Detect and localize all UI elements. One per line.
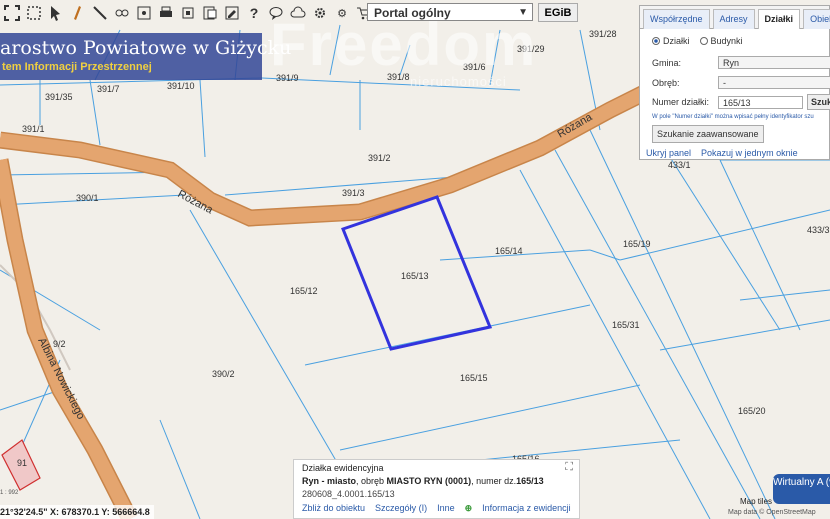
banner-title: arostwo Powiatowe w Giżycku	[0, 37, 292, 59]
comment-icon[interactable]	[266, 3, 286, 23]
panel-links: Ukryj panel Pokazuj w jednym oknie	[646, 148, 798, 158]
parcel-label: 391/7	[97, 84, 120, 94]
radio-dzialki[interactable]: Działki	[652, 36, 690, 46]
map-marker-icon[interactable]	[134, 3, 154, 23]
popup-id: 280608_4.0001.165/13	[302, 489, 395, 499]
map-toolbar: ? ⚙	[0, 0, 396, 26]
fullscreen-icon[interactable]	[2, 3, 22, 23]
parcel-label: 390/2	[212, 369, 235, 379]
radio-budynki[interactable]: Budynki	[699, 36, 743, 46]
select-icon[interactable]	[24, 3, 44, 23]
egib-button[interactable]: EGiB	[538, 3, 578, 22]
tools-icon[interactable]: ⚙	[332, 3, 352, 23]
numer-field[interactable]: 165/13	[718, 95, 803, 109]
parcel-label: 391/29	[517, 44, 545, 54]
parcel-label: 391/10	[167, 81, 195, 91]
measure-line-icon[interactable]	[90, 3, 110, 23]
gmina-label: Gmina:	[652, 57, 682, 68]
tab-wspolrzedne[interactable]: Współrzędne	[643, 9, 710, 29]
parcel-label: 391/3	[342, 188, 365, 198]
popup-main: Ryn - miasto, obręb MIASTO RYN (0001), n…	[302, 476, 544, 486]
parcel-label: 433/1	[668, 160, 691, 170]
parcel-label: 391/2	[368, 153, 391, 163]
plus-icon[interactable]: ⊕	[465, 503, 473, 514]
edit-icon[interactable]	[222, 3, 242, 23]
layers-icon[interactable]	[178, 3, 198, 23]
help-icon[interactable]: ?	[244, 3, 264, 23]
pdf-icon[interactable]	[200, 3, 220, 23]
parcel-label: 165/19	[623, 239, 651, 249]
tab-obiekty[interactable]: Obiekty	[803, 9, 830, 29]
parcel-label: 165/31	[612, 320, 640, 330]
radio-budynki-label: Budynki	[710, 36, 743, 46]
attribution-data: Map data © OpenStreetMap	[728, 509, 816, 516]
close-icon[interactable]: ⛶	[565, 461, 573, 474]
parcel-label: 391/1	[22, 124, 45, 134]
popup-title: Działka ewidencyjna	[302, 463, 384, 473]
cloud-icon[interactable]	[288, 3, 308, 23]
obreb-field[interactable]: -	[718, 76, 830, 89]
parcel-label: 165/15	[460, 373, 488, 383]
parcel-popup: Działka ewidencyjna ⛶ Ryn - miasto, obrę…	[293, 459, 580, 519]
virtual-assistant-button[interactable]: Wirtualny A (v	[773, 474, 830, 504]
tab-dzialki[interactable]: Działki	[757, 9, 801, 29]
numer-row: Numer działki: 165/13 Szuka	[652, 94, 830, 110]
attribution-tiles: Map tiles	[740, 497, 773, 506]
registry-info-link[interactable]: Informacja z ewidencji	[482, 503, 571, 514]
details-link[interactable]: Szczegóły (I)	[375, 503, 427, 514]
obreb-row: Obręb: -	[652, 76, 830, 89]
search-hint: W pole "Numer działki" można wpisać pełn…	[652, 114, 814, 120]
popup-num: 165/13	[516, 476, 544, 486]
banner-subtitle: tem Informacji Przestrzennej	[2, 61, 152, 73]
search-tabs: Współrzędne Adresy Działki Obiekty	[640, 6, 830, 29]
radio-dot	[699, 37, 708, 45]
parcel-label: 165/14	[495, 246, 523, 256]
map-select-value: Portal ogólny	[374, 6, 451, 20]
pointer-icon[interactable]	[46, 3, 66, 23]
radio-dzialki-label: Działki	[663, 36, 690, 46]
radio-dot	[652, 37, 660, 45]
other-link[interactable]: Inne	[437, 503, 455, 514]
parcel-label: 165/20	[738, 406, 766, 416]
hide-panel-link[interactable]: Ukryj panel	[646, 148, 691, 158]
parcel-label: 391/9	[276, 73, 299, 83]
popup-obreb: MIASTO RYN (0001)	[386, 476, 472, 486]
parcel-label: 391/28	[589, 29, 617, 39]
info-icon[interactable]	[68, 3, 88, 23]
single-window-link[interactable]: Pokazuj w jednym oknie	[701, 148, 798, 158]
settings-icon[interactable]	[310, 3, 330, 23]
obreb-label: Obręb:	[652, 77, 680, 88]
coordinates-readout: 21°32'24.5" X: 678370.1 Y: 566664.8	[0, 505, 154, 519]
gmina-row: Gmina: Ryn	[652, 56, 830, 69]
chevron-down-icon: ▼	[518, 7, 528, 18]
zoom-to-object-link[interactable]: Zbliż do obiektu	[302, 503, 365, 514]
search-panel: Współrzędne Adresy Działki Obiekty Dział…	[639, 5, 830, 160]
tab-adresy[interactable]: Adresy	[712, 9, 755, 29]
watermark-subtext: nieruchomości	[410, 74, 507, 89]
parcel-label: 433/3	[807, 225, 830, 235]
search-type-radios: Działki Budynki	[652, 36, 743, 46]
popup-num-label: , numer dz.	[471, 476, 517, 486]
parcel-label: 165/13	[401, 271, 429, 281]
parcel-label: 390/1	[76, 193, 99, 203]
gmina-field[interactable]: Ryn	[718, 56, 830, 69]
parcel-label: 91	[17, 458, 27, 468]
advanced-search-button[interactable]: Szukanie zaawansowane	[652, 125, 764, 143]
parcel-label: 391/35	[45, 92, 73, 102]
popup-links: Zbliż do obiektu Szczegóły (I) Inne ⊕ In…	[302, 503, 571, 514]
popup-place: Ryn - miasto	[302, 476, 357, 486]
parcel-label: 391/6	[463, 62, 486, 72]
parcel-label: 391/8	[387, 72, 410, 82]
parcel-label: 9/2	[53, 339, 66, 349]
popup-mid: , obręb	[356, 476, 387, 486]
parcel-label: 165/12	[290, 286, 318, 296]
scale-readout: 1 : 992	[0, 490, 19, 496]
print-icon[interactable]	[156, 3, 176, 23]
header-banner: arostwo Powiatowe w Giżycku tem Informac…	[0, 33, 291, 80]
map-select[interactable]: Portal ogólny ▼	[367, 3, 533, 21]
search-button[interactable]: Szuka	[807, 94, 830, 110]
measure-area-icon[interactable]	[112, 3, 132, 23]
numer-label: Numer działki:	[652, 97, 710, 107]
